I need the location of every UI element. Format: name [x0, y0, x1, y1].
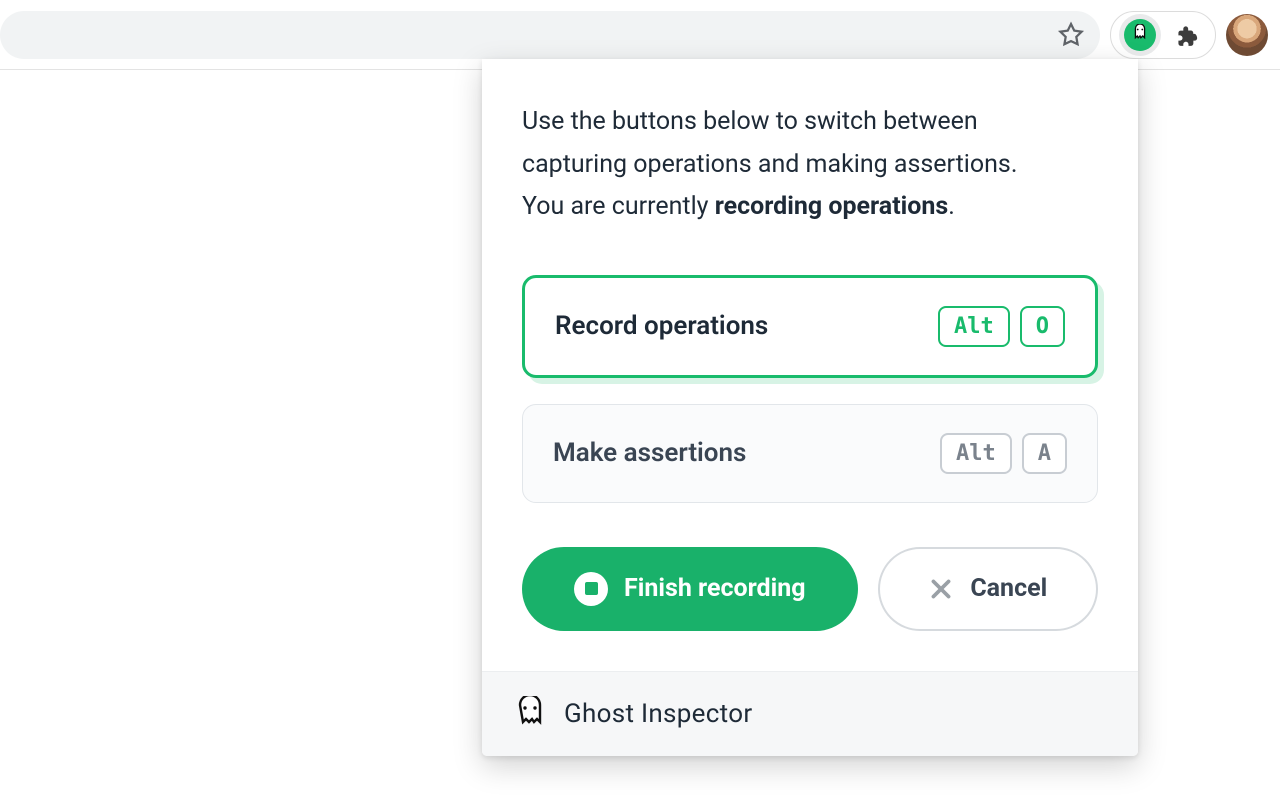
omnibox[interactable]: [0, 11, 1100, 59]
ghost-icon: [510, 696, 550, 732]
intro-line: .: [948, 192, 955, 221]
stop-icon: [574, 572, 608, 606]
bookmark-star-icon[interactable]: [1056, 20, 1086, 50]
ghost-inspector-extension-icon[interactable]: [1119, 14, 1161, 56]
record-shortcut: Alt O: [938, 306, 1065, 347]
shortcut-key: Alt: [938, 306, 1010, 347]
make-assertions-button[interactable]: Make assertions Alt A: [522, 404, 1098, 503]
extension-popup: Use the buttons below to switch between …: [482, 59, 1138, 756]
shortcut-key: Alt: [940, 433, 1012, 474]
action-row: Finish recording Cancel: [522, 547, 1098, 631]
close-icon: [928, 576, 954, 602]
intro-text: Use the buttons below to switch between …: [522, 101, 1098, 229]
assert-shortcut: Alt A: [940, 433, 1067, 474]
intro-current-mode: recording operations: [715, 192, 949, 221]
make-assertions-label: Make assertions: [553, 438, 746, 468]
brand-name: Ghost Inspector: [564, 699, 752, 729]
popup-footer: Ghost Inspector: [482, 671, 1138, 756]
cancel-label: Cancel: [970, 574, 1047, 603]
shortcut-key: A: [1022, 433, 1067, 474]
intro-line: Use the buttons below to switch between: [522, 107, 978, 136]
record-operations-label: Record operations: [555, 311, 768, 341]
extensions-puzzle-icon[interactable]: [1165, 14, 1207, 56]
finish-recording-button[interactable]: Finish recording: [522, 547, 858, 631]
record-operations-button[interactable]: Record operations Alt O: [522, 275, 1098, 378]
extensions-group: [1110, 11, 1216, 59]
intro-line: You are currently: [522, 192, 715, 221]
shortcut-key: O: [1020, 306, 1065, 347]
cancel-button[interactable]: Cancel: [878, 547, 1098, 631]
intro-line: capturing operations and making assertio…: [522, 150, 1017, 179]
finish-recording-label: Finish recording: [624, 574, 806, 603]
profile-avatar[interactable]: [1226, 14, 1268, 56]
